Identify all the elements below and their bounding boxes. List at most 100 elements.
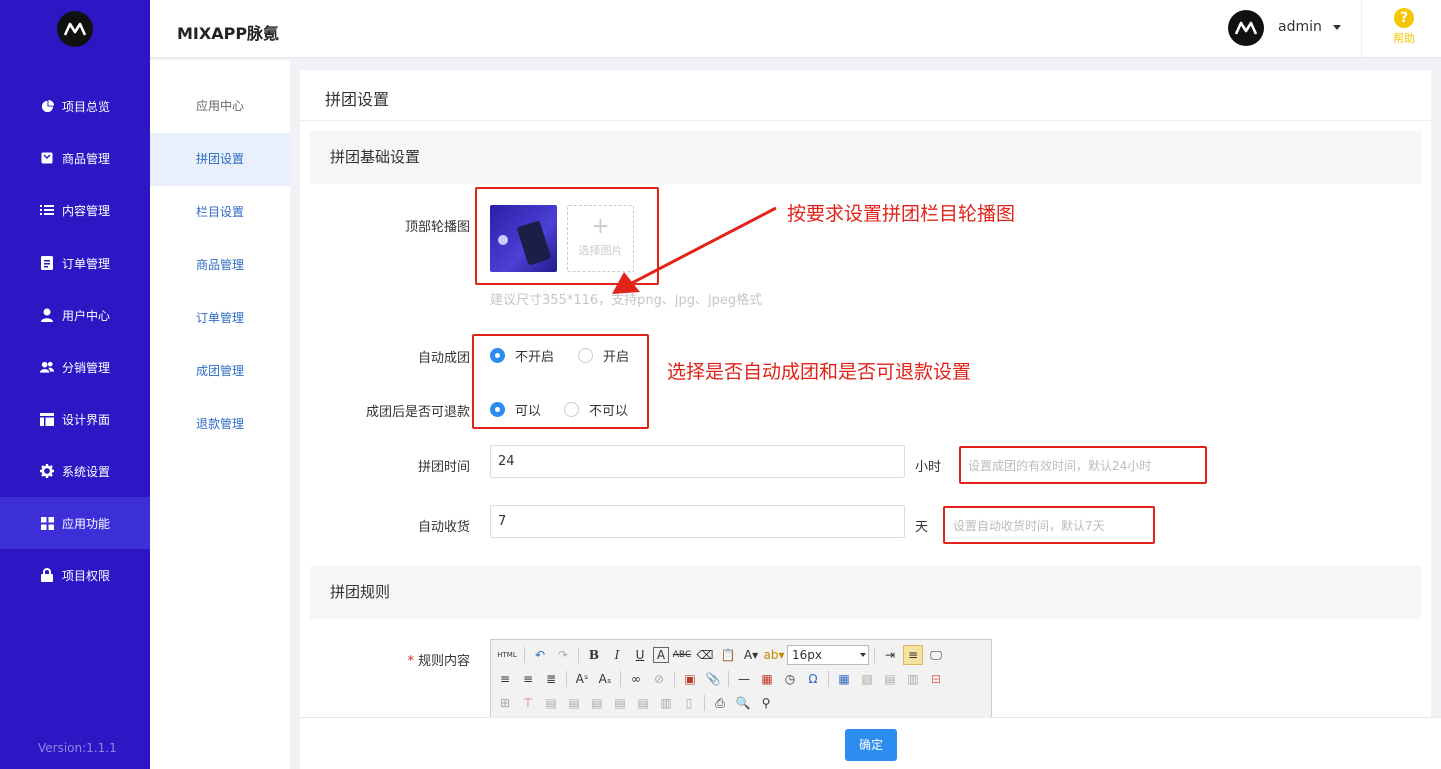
user-icon — [40, 308, 54, 322]
print-icon[interactable]: ⎙ — [710, 693, 730, 713]
sidebar-item-label: 订单管理 — [62, 256, 111, 271]
username[interactable]: admin — [1278, 19, 1322, 35]
font-color-icon[interactable]: A▾ — [741, 645, 761, 665]
find-replace-icon[interactable]: ⚲ — [756, 693, 776, 713]
carousel-image-thumbnail[interactable] — [490, 205, 557, 272]
table-split-cols-icon[interactable]: ▤ — [633, 693, 653, 713]
grid-icon — [40, 516, 54, 530]
table-insert-row-icon[interactable]: ▤ — [880, 669, 900, 689]
align-justify-icon[interactable]: ≣ — [541, 669, 561, 689]
users-icon — [40, 360, 54, 374]
rules-label-text: 规则内容 — [417, 654, 470, 669]
refund-label: 成团后是否可退款 — [365, 405, 470, 420]
strikethrough-icon[interactable]: ABC — [672, 645, 692, 665]
align-left-icon[interactable]: ≡ — [903, 645, 923, 665]
table-split-rows-icon[interactable]: ▤ — [610, 693, 630, 713]
confirm-button[interactable]: 确定 — [845, 729, 897, 761]
superscript-icon[interactable]: Aˢ — [572, 669, 592, 689]
subnav-item-group-settings[interactable]: 拼团设置 — [150, 133, 290, 186]
subnav-item-products[interactable]: 商品管理 — [150, 239, 290, 292]
sidebar-item-overview[interactable]: 项目总览 — [0, 80, 150, 132]
auto-group-on-radio[interactable]: 开启 — [578, 346, 629, 365]
horizontal-rule-icon[interactable]: — — [734, 669, 754, 689]
sidebar-item-design[interactable]: 设计界面 — [0, 393, 150, 445]
radio-unchecked-icon — [578, 348, 593, 363]
align-center-icon[interactable]: ≡ — [495, 669, 515, 689]
link-icon[interactable]: ∞ — [626, 669, 646, 689]
refund-yes-radio[interactable]: 可以 — [490, 400, 541, 419]
radio-label: 开启 — [603, 350, 630, 365]
sidebar-item-permissions[interactable]: 项目权限 — [0, 549, 150, 601]
sidebar-item-products[interactable]: 商品管理 — [0, 132, 150, 184]
subnav-item-group-management[interactable]: 成团管理 — [150, 345, 290, 398]
special-char-icon[interactable]: Ω — [803, 669, 823, 689]
sidebar-item-label: 项目权限 — [62, 568, 111, 583]
highlight-icon[interactable]: ab▾ — [764, 645, 785, 665]
refund-no-radio[interactable]: 不可以 — [564, 400, 628, 419]
preview-zoom-icon[interactable]: 🔍 — [733, 693, 753, 713]
subnav-item-orders[interactable]: 订单管理 — [150, 292, 290, 345]
undo-icon[interactable]: ↶ — [530, 645, 550, 665]
image-decoration — [498, 235, 508, 245]
group-time-input[interactable]: 24 — [490, 445, 905, 478]
sidebar-item-apps[interactable]: 应用功能 — [0, 497, 150, 549]
html-source-icon[interactable]: HTML — [495, 645, 519, 665]
preview-icon[interactable]: 🖵 — [926, 645, 946, 665]
table-icon[interactable]: ▦ — [834, 669, 854, 689]
sidebar-item-content[interactable]: 内容管理 — [0, 184, 150, 236]
font-border-icon[interactable]: A — [653, 647, 669, 663]
sidebar-item-settings[interactable]: 系统设置 — [0, 445, 150, 497]
avatar[interactable] — [1228, 10, 1264, 46]
sidebar-item-label: 商品管理 — [62, 151, 111, 166]
time-icon[interactable]: ◷ — [780, 669, 800, 689]
table-delete-col-icon[interactable]: ⊤ — [518, 693, 538, 713]
date-icon[interactable]: ▦ — [757, 669, 777, 689]
sidebar-item-users[interactable]: 用户中心 — [0, 289, 150, 341]
sidebar-item-label: 系统设置 — [62, 464, 111, 479]
help-button[interactable]: ? 帮助 — [1390, 8, 1418, 46]
table-delete-icon[interactable]: ▧ — [857, 669, 877, 689]
table-props-icon[interactable]: ▥ — [656, 693, 676, 713]
question-icon: ? — [1394, 8, 1414, 28]
sidebar-item-label: 内容管理 — [62, 203, 111, 218]
group-time-label: 拼团时间 — [417, 460, 470, 475]
subnav-item-app-center[interactable]: 应用中心 — [150, 80, 290, 133]
font-size-select[interactable]: 16px — [787, 645, 869, 665]
bold-icon[interactable]: B — [584, 645, 604, 665]
attachment-icon[interactable]: 📎 — [703, 669, 723, 689]
underline-icon[interactable]: U — [630, 645, 650, 665]
redo-icon[interactable]: ↷ — [553, 645, 573, 665]
table-merge-down-icon[interactable]: ▤ — [587, 693, 607, 713]
subnav-item-column-settings[interactable]: 栏目设置 — [150, 186, 290, 239]
top-bar: MIXAPP脉氪 admin ? 帮助 — [150, 0, 1441, 58]
annotation-text-radios: 选择是否自动成团和是否可退款设置 — [667, 361, 972, 383]
subnav-item-refunds[interactable]: 退款管理 — [150, 398, 290, 451]
indent-icon[interactable]: ⇥ — [880, 645, 900, 665]
table-delete-row-icon[interactable]: ⊟ — [926, 669, 946, 689]
section-header-basic: 拼团基础设置 — [310, 131, 1421, 184]
align-right-icon[interactable]: ≡ — [518, 669, 538, 689]
annotation-arrow — [612, 206, 777, 294]
editor-toolbar-row: ≡ ≡ ≣ Aˢ Aₛ ∞ ⊘ ▣ 📎 — ▦ ◷ Ω ▦ ▧ ▤ ▥ ⊟ — [495, 668, 946, 690]
image-icon[interactable]: ▣ — [680, 669, 700, 689]
paste-icon[interactable]: 📋 — [718, 645, 738, 665]
unlink-icon[interactable]: ⊘ — [649, 669, 669, 689]
table-merge-right-icon[interactable]: ▤ — [564, 693, 584, 713]
table-insert-col-icon[interactable]: ▥ — [903, 669, 923, 689]
sidebar: 项目总览 商品管理 内容管理 订单管理 用户中心 分销管理 设计界面 系统设置 … — [0, 0, 150, 769]
subscript-icon[interactable]: Aₛ — [595, 669, 615, 689]
sidebar-item-label: 项目总览 — [62, 99, 111, 114]
italic-icon[interactable]: I — [607, 645, 627, 665]
auto-group-off-radio[interactable]: 不开启 — [490, 346, 554, 365]
table-split-icon[interactable]: ⊞ — [495, 693, 515, 713]
radio-label: 可以 — [515, 404, 542, 419]
eraser-icon[interactable]: ⌫ — [695, 645, 715, 665]
chevron-down-icon[interactable] — [1333, 25, 1341, 30]
page-break-icon[interactable]: ▯ — [679, 693, 699, 713]
auto-receive-input[interactable]: 7 — [490, 505, 905, 538]
table-merge-icon[interactable]: ▤ — [541, 693, 561, 713]
sidebar-item-orders[interactable]: 订单管理 — [0, 237, 150, 289]
document-icon — [40, 256, 54, 270]
radio-checked-icon — [490, 402, 505, 417]
sidebar-item-distribution[interactable]: 分销管理 — [0, 341, 150, 393]
